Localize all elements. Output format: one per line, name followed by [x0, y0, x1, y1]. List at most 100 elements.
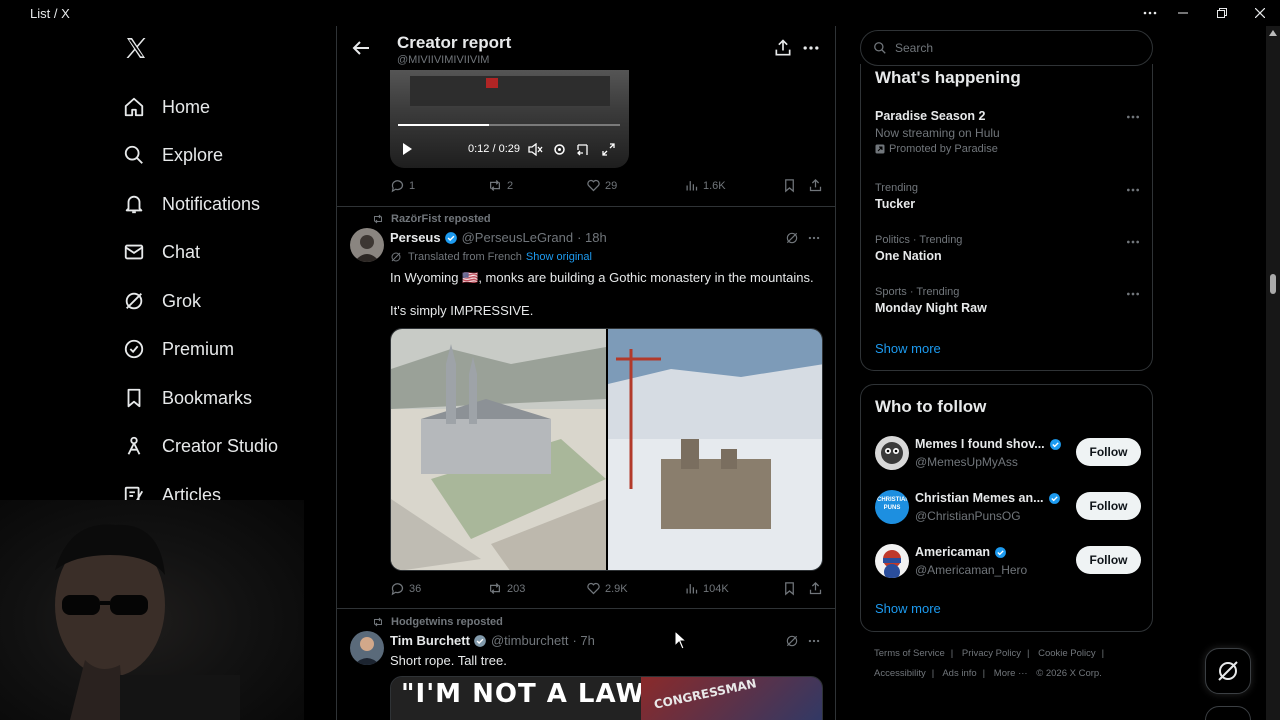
- sidebar-item-creator-studio[interactable]: Creator Studio: [122, 426, 278, 466]
- avatar[interactable]: [875, 436, 909, 470]
- footer-link-ads[interactable]: Ads info: [942, 668, 976, 679]
- tweet-divider: [337, 608, 835, 609]
- grok-icon[interactable]: [785, 231, 799, 245]
- play-icon[interactable]: [400, 142, 414, 156]
- tweet-actions: 1 2 29 1.6K: [390, 178, 824, 198]
- footer-link-privacy[interactable]: Privacy Policy: [962, 648, 1021, 659]
- repost-button[interactable]: 2: [487, 178, 513, 193]
- section-title: Who to follow: [875, 397, 987, 416]
- avatar[interactable]: [875, 544, 909, 578]
- tweet-user-line: Perseus @PerseusLeGrand · 18h: [390, 230, 607, 245]
- follow-suggestion[interactable]: Memes I found shov... @MemesUpMyAss Foll…: [875, 434, 1141, 474]
- views-button[interactable]: 1.6K: [684, 178, 726, 193]
- more-icon[interactable]: [807, 231, 821, 245]
- like-button[interactable]: 29: [586, 178, 617, 193]
- close-icon: [1255, 8, 1265, 18]
- close-button[interactable]: [1240, 0, 1280, 26]
- footer-link-more[interactable]: More ···: [994, 668, 1028, 679]
- verified-badge-icon: [1048, 492, 1060, 504]
- tweet-time[interactable]: · 7h: [572, 633, 594, 648]
- avatar[interactable]: [350, 631, 384, 665]
- views-button[interactable]: 104K: [684, 581, 729, 596]
- pip-icon[interactable]: [577, 143, 590, 156]
- trend-item[interactable]: Politics · Trending One Nation: [875, 234, 1141, 263]
- sidebar-item-explore[interactable]: Explore: [122, 135, 223, 175]
- fullscreen-icon[interactable]: [602, 143, 615, 156]
- sidebar-item-notifications[interactable]: Notifications: [122, 184, 260, 224]
- more-icon[interactable]: [801, 38, 821, 58]
- sidebar-item-premium[interactable]: Premium: [122, 329, 234, 369]
- share-icon[interactable]: [773, 38, 793, 58]
- grok-floating-button[interactable]: [1205, 648, 1251, 694]
- repost-button[interactable]: 203: [487, 581, 525, 596]
- mute-icon[interactable]: [528, 143, 543, 156]
- video-progress-bar[interactable]: [398, 124, 620, 126]
- trend-title: Tucker: [875, 197, 916, 211]
- sidebar-item-chat[interactable]: Chat: [122, 232, 200, 272]
- tweet-user-line: Tim Burchett @timburchett · 7h: [390, 633, 595, 648]
- sidebar-item-label: Explore: [162, 144, 224, 165]
- maximize-button[interactable]: [1202, 0, 1242, 26]
- repost-indicator[interactable]: Hodgetwins reposted: [371, 616, 503, 628]
- like-button[interactable]: 2.9K: [586, 581, 628, 596]
- verified-badge-icon: [444, 231, 457, 244]
- messages-floating-button[interactable]: [1205, 706, 1251, 720]
- tweet-text: Short rope. Tall tree.: [390, 653, 507, 668]
- more-icon[interactable]: [1125, 182, 1141, 198]
- page-scrollbar[interactable]: [1266, 26, 1280, 720]
- repost-indicator[interactable]: RazörFist reposted: [371, 213, 491, 225]
- user-name[interactable]: Perseus: [390, 230, 441, 245]
- sidebar-item-bookmarks[interactable]: Bookmarks: [122, 378, 252, 418]
- grok-icon: [122, 289, 146, 313]
- more-icon[interactable]: [1125, 109, 1141, 125]
- avatar[interactable]: [350, 228, 384, 262]
- sidebar-item-label: Bookmarks: [162, 387, 253, 408]
- tweet-image[interactable]: "I'M NOT A LAWYER CONGRESSMAN: [390, 676, 823, 720]
- grok-icon[interactable]: [785, 634, 799, 648]
- footer-link-accessibility[interactable]: Accessibility: [874, 668, 926, 679]
- trend-item[interactable]: Sports · Trending Monday Night Raw: [875, 286, 1141, 315]
- trend-item[interactable]: Paradise Season 2 Now streaming on Hulu …: [875, 109, 1141, 155]
- bookmark-button[interactable]: [782, 178, 801, 193]
- scroll-up-icon[interactable]: [1269, 30, 1277, 36]
- user-name[interactable]: Tim Burchett: [390, 633, 470, 648]
- follow-suggestion[interactable]: Americaman @Americaman_Hero Follow: [875, 542, 1141, 582]
- scrollbar-thumb[interactable]: [1270, 274, 1276, 294]
- tweet-image[interactable]: [390, 328, 823, 571]
- user-handle[interactable]: @PerseusLeGrand: [462, 230, 573, 245]
- reply-button[interactable]: 36: [390, 581, 421, 596]
- more-icon[interactable]: [1125, 234, 1141, 250]
- minimize-button[interactable]: [1163, 0, 1203, 26]
- follow-button[interactable]: Follow: [1076, 546, 1141, 574]
- sidebar-item-home[interactable]: Home: [122, 87, 210, 127]
- footer-link-cookie[interactable]: Cookie Policy: [1038, 648, 1096, 659]
- footer-link-terms[interactable]: Terms of Service: [874, 648, 945, 659]
- back-arrow-icon[interactable]: [349, 36, 373, 60]
- reply-button[interactable]: 1: [390, 178, 415, 193]
- reply-count: 36: [409, 582, 422, 595]
- follow-suggestion[interactable]: CHRISTIAN PUNS Christian Memes an... @Ch…: [875, 488, 1141, 528]
- bookmark-button[interactable]: [782, 581, 801, 596]
- trend-item[interactable]: Trending Tucker: [875, 182, 1141, 211]
- tweet-time[interactable]: · 18h: [577, 230, 607, 245]
- trend-subtitle: Now streaming on Hulu: [875, 126, 1000, 140]
- show-more-link[interactable]: Show more: [875, 601, 941, 616]
- like-count: 29: [605, 179, 618, 192]
- share-button[interactable]: [808, 178, 827, 193]
- x-logo-icon[interactable]: [124, 36, 148, 60]
- follow-button[interactable]: Follow: [1076, 492, 1141, 520]
- repost-label: RazörFist reposted: [391, 213, 491, 225]
- page-title: Creator report: [397, 33, 512, 52]
- avatar[interactable]: CHRISTIAN PUNS: [875, 490, 909, 524]
- share-button[interactable]: [808, 581, 827, 596]
- more-icon[interactable]: [1125, 286, 1141, 302]
- search-input[interactable]: Search: [860, 30, 1153, 66]
- sidebar-item-grok[interactable]: Grok: [122, 281, 201, 321]
- video-player[interactable]: 0:12 / 0:29: [390, 70, 629, 168]
- user-handle[interactable]: @timburchett: [491, 633, 569, 648]
- more-icon[interactable]: [807, 634, 821, 648]
- follow-button[interactable]: Follow: [1076, 438, 1141, 466]
- show-more-link[interactable]: Show more: [875, 341, 941, 356]
- show-original-link[interactable]: Show original: [526, 251, 592, 263]
- settings-icon[interactable]: [553, 143, 566, 156]
